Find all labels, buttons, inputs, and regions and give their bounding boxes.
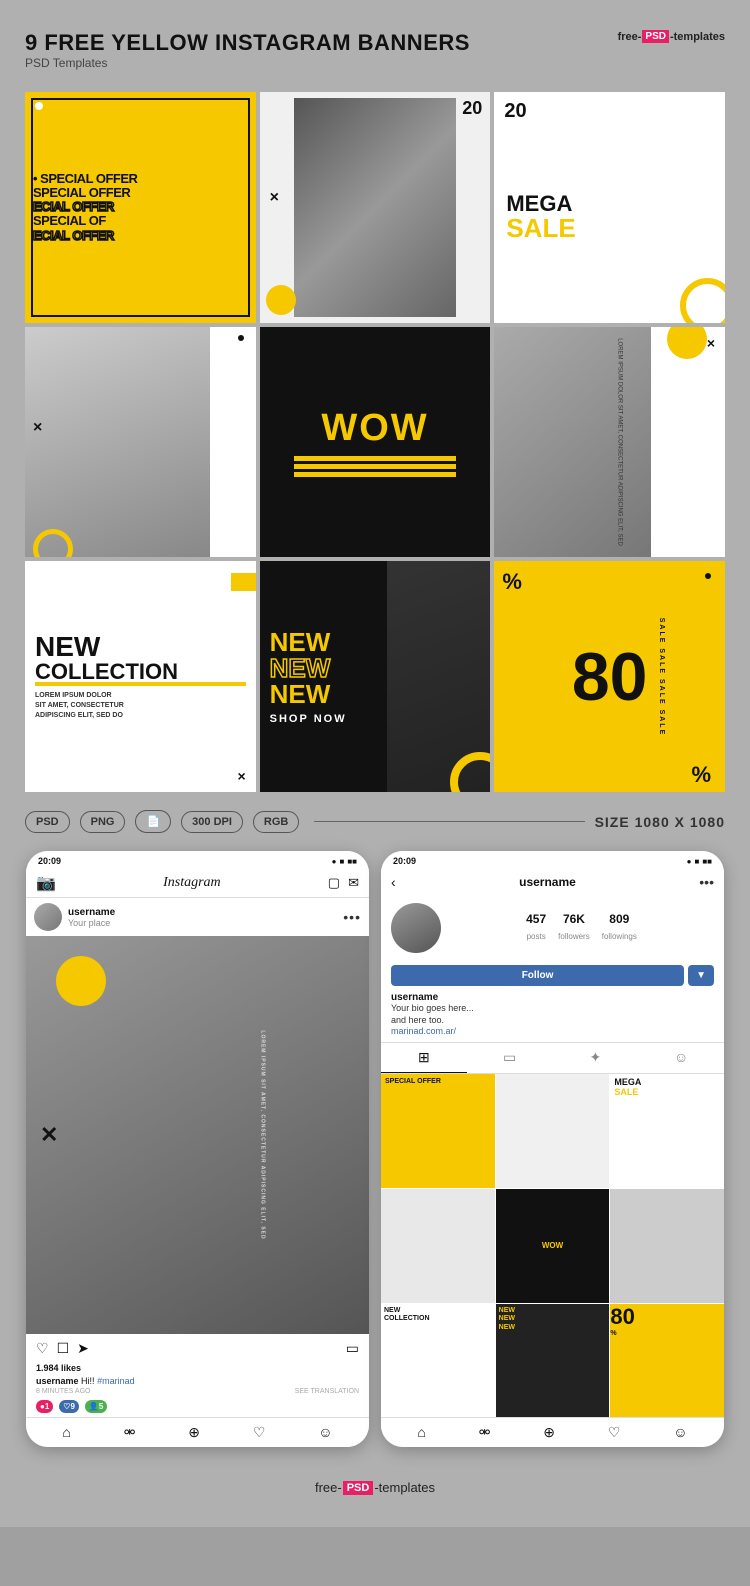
tab-square[interactable]: ▭: [467, 1043, 553, 1073]
banner-lorem-photo: × LOREM IPSUM DOLOR SIT AMET, CONSECTETU…: [494, 327, 725, 558]
page-header: 9 FREE YELLOW INSTAGRAM BANNERS PSD Temp…: [25, 30, 725, 86]
bio-name: username: [391, 992, 714, 1003]
stat-followers: 76K followers: [558, 912, 590, 944]
nav-heart-icon[interactable]: ♡: [253, 1424, 266, 1441]
banner-mega-sale: 20 MEGA SALE: [494, 92, 725, 323]
ig-post-dots[interactable]: •••: [343, 909, 361, 925]
ig-tabs: ⊞ ▭ ✦ ☺: [381, 1042, 724, 1074]
ig-post-place: Your place: [68, 918, 337, 928]
header-logo: free-PSD-templates: [618, 30, 725, 43]
ig-caption: username Hi!! #marinad: [26, 1375, 369, 1387]
attr-dpi: 300 DPI: [181, 811, 243, 833]
nav-add-icon[interactable]: ⊕: [188, 1424, 200, 1441]
page-title: 9 FREE YELLOW INSTAGRAM BANNERS: [25, 30, 470, 56]
profile-dots[interactable]: •••: [699, 874, 714, 890]
follow-button[interactable]: Follow: [391, 965, 684, 986]
back-arrow-icon[interactable]: ‹: [391, 874, 396, 890]
notif-badge-3: 👤5: [85, 1400, 107, 1413]
banner-special-offer: • SPECIAL OFFER SPECIAL OFFER ECIAL OFFE…: [25, 92, 256, 323]
bio-text-2: and here too.: [391, 1015, 714, 1027]
banner-grid: • SPECIAL OFFER SPECIAL OFFER ECIAL OFFE…: [25, 92, 725, 792]
banner-new-shop: NEW NEW NEW SHOP NOW: [260, 561, 491, 792]
banner-fashion-photo: 20 ×: [260, 92, 491, 323]
grid-cell-9: 80 %: [610, 1304, 724, 1418]
ig-post-icons: ▢✉: [328, 875, 359, 891]
ig-post-image: ✕ LOREM IPSUM SIT AMET, CONSECTETUR ADIP…: [26, 936, 369, 1334]
phone1-nav: ⌂ ⚮ ⊕ ♡ ☺: [26, 1417, 369, 1447]
ig-time: 8 MINUTES AGO SEE TRANSLATION: [26, 1387, 369, 1396]
ig-profile-stats: 457 posts 76K followers 809 followings: [381, 895, 724, 961]
grid-cell-6: [610, 1189, 724, 1303]
phones-row: 20:09 ●■■■ 📷 Instagram ▢✉ username Your …: [25, 851, 725, 1447]
footer-logo: free-PSD-templates: [315, 1480, 435, 1495]
page-subtitle: PSD Templates: [25, 56, 470, 70]
grid-cell-4: [381, 1189, 495, 1303]
phone2-status-bar: 20:09 ●■■■: [381, 851, 724, 869]
notif-badge-2: ♡9: [59, 1400, 79, 1413]
ig-post-username: username: [68, 907, 337, 918]
grid-cell-8: NEWNEWNEW: [496, 1304, 610, 1418]
nav-profile-icon[interactable]: ☺: [318, 1424, 332, 1441]
attr-png: PNG: [80, 811, 126, 833]
tab-person[interactable]: ☺: [638, 1043, 724, 1073]
attr-rgb: RGB: [253, 811, 299, 833]
nav-search-icon[interactable]: ⚮: [124, 1424, 136, 1441]
ig-likes: 1.984 likes: [26, 1361, 369, 1375]
phone-post-mockup: 20:09 ●■■■ 📷 Instagram ▢✉ username Your …: [26, 851, 369, 1447]
save-icon[interactable]: ▭: [346, 1340, 359, 1357]
ig-user-row: username Your place •••: [26, 898, 369, 936]
ig-bio: username Your bio goes here... and here …: [381, 990, 724, 1042]
banner-80-sale: % 80 SALE SALE SALE SALE %: [494, 561, 725, 792]
nav2-search-icon[interactable]: ⚮: [479, 1424, 491, 1441]
banner-new-collection: NEW COLLECTION LOREM IPSUM DOLORSIT AMET…: [25, 561, 256, 792]
ig-logo: Instagram: [163, 875, 221, 891]
ig-profile-grid: SPECIAL OFFER MEGASALE WOW NEWCOLLECTION…: [381, 1074, 724, 1417]
phone2-nav: ⌂ ⚮ ⊕ ♡ ☺: [381, 1417, 724, 1447]
bio-text-1: Your bio goes here...: [391, 1003, 714, 1015]
footer: free-PSD-templates: [25, 1465, 725, 1507]
follow-arrow-button[interactable]: ▼: [688, 965, 714, 986]
grid-cell-1: SPECIAL OFFER: [381, 1074, 495, 1188]
ig-profile-header: ‹ username •••: [381, 869, 724, 895]
grid-cell-3: MEGASALE: [610, 1074, 724, 1188]
attributes-bar: PSD PNG 📄 300 DPI RGB SIZE 1080 X 1080: [25, 810, 725, 833]
tab-tag[interactable]: ✦: [553, 1043, 639, 1073]
ig-post-header: 📷 Instagram ▢✉: [26, 869, 369, 898]
phone-profile-mockup: 20:09 ●■■■ ‹ username ••• 457 posts: [381, 851, 724, 1447]
nav2-profile-icon[interactable]: ☺: [673, 1424, 687, 1441]
nav2-add-icon[interactable]: ⊕: [543, 1424, 555, 1441]
share-icon[interactable]: ➤: [77, 1340, 89, 1357]
notif-badge-1: ●1: [36, 1400, 53, 1413]
ig-follow-row: Follow ▼: [381, 961, 724, 990]
attr-psd: PSD: [25, 811, 70, 833]
nav2-heart-icon[interactable]: ♡: [608, 1424, 621, 1441]
stat-following: 809 followings: [602, 912, 637, 944]
banner-hat-person: ×: [25, 327, 256, 558]
profile-username: username: [519, 875, 576, 889]
ig-notification-bar: ●1 ♡9 👤5: [26, 1396, 369, 1417]
phone1-status-bar: 20:09 ●■■■: [26, 851, 369, 869]
ig-actions: ♡ ☐ ➤ ▭: [26, 1334, 369, 1361]
comment-icon[interactable]: ☐: [57, 1340, 70, 1357]
grid-cell-2: [496, 1074, 610, 1188]
profile-avatar: [391, 903, 441, 953]
bio-link[interactable]: marinad.com.ar/: [391, 1026, 714, 1036]
ig-avatar-1: [34, 903, 62, 931]
tab-grid[interactable]: ⊞: [381, 1043, 467, 1073]
nav2-home-icon[interactable]: ⌂: [417, 1424, 425, 1441]
grid-cell-7: NEWCOLLECTION: [381, 1304, 495, 1418]
attr-copy-icon: 📄: [135, 810, 171, 833]
grid-cell-5: WOW: [496, 1189, 610, 1303]
stat-posts: 457 posts: [526, 912, 546, 944]
nav-home-icon[interactable]: ⌂: [62, 1424, 70, 1441]
banner-wow: WOW: [260, 327, 491, 558]
like-icon[interactable]: ♡: [36, 1340, 49, 1357]
attr-size: SIZE 1080 X 1080: [595, 814, 725, 830]
